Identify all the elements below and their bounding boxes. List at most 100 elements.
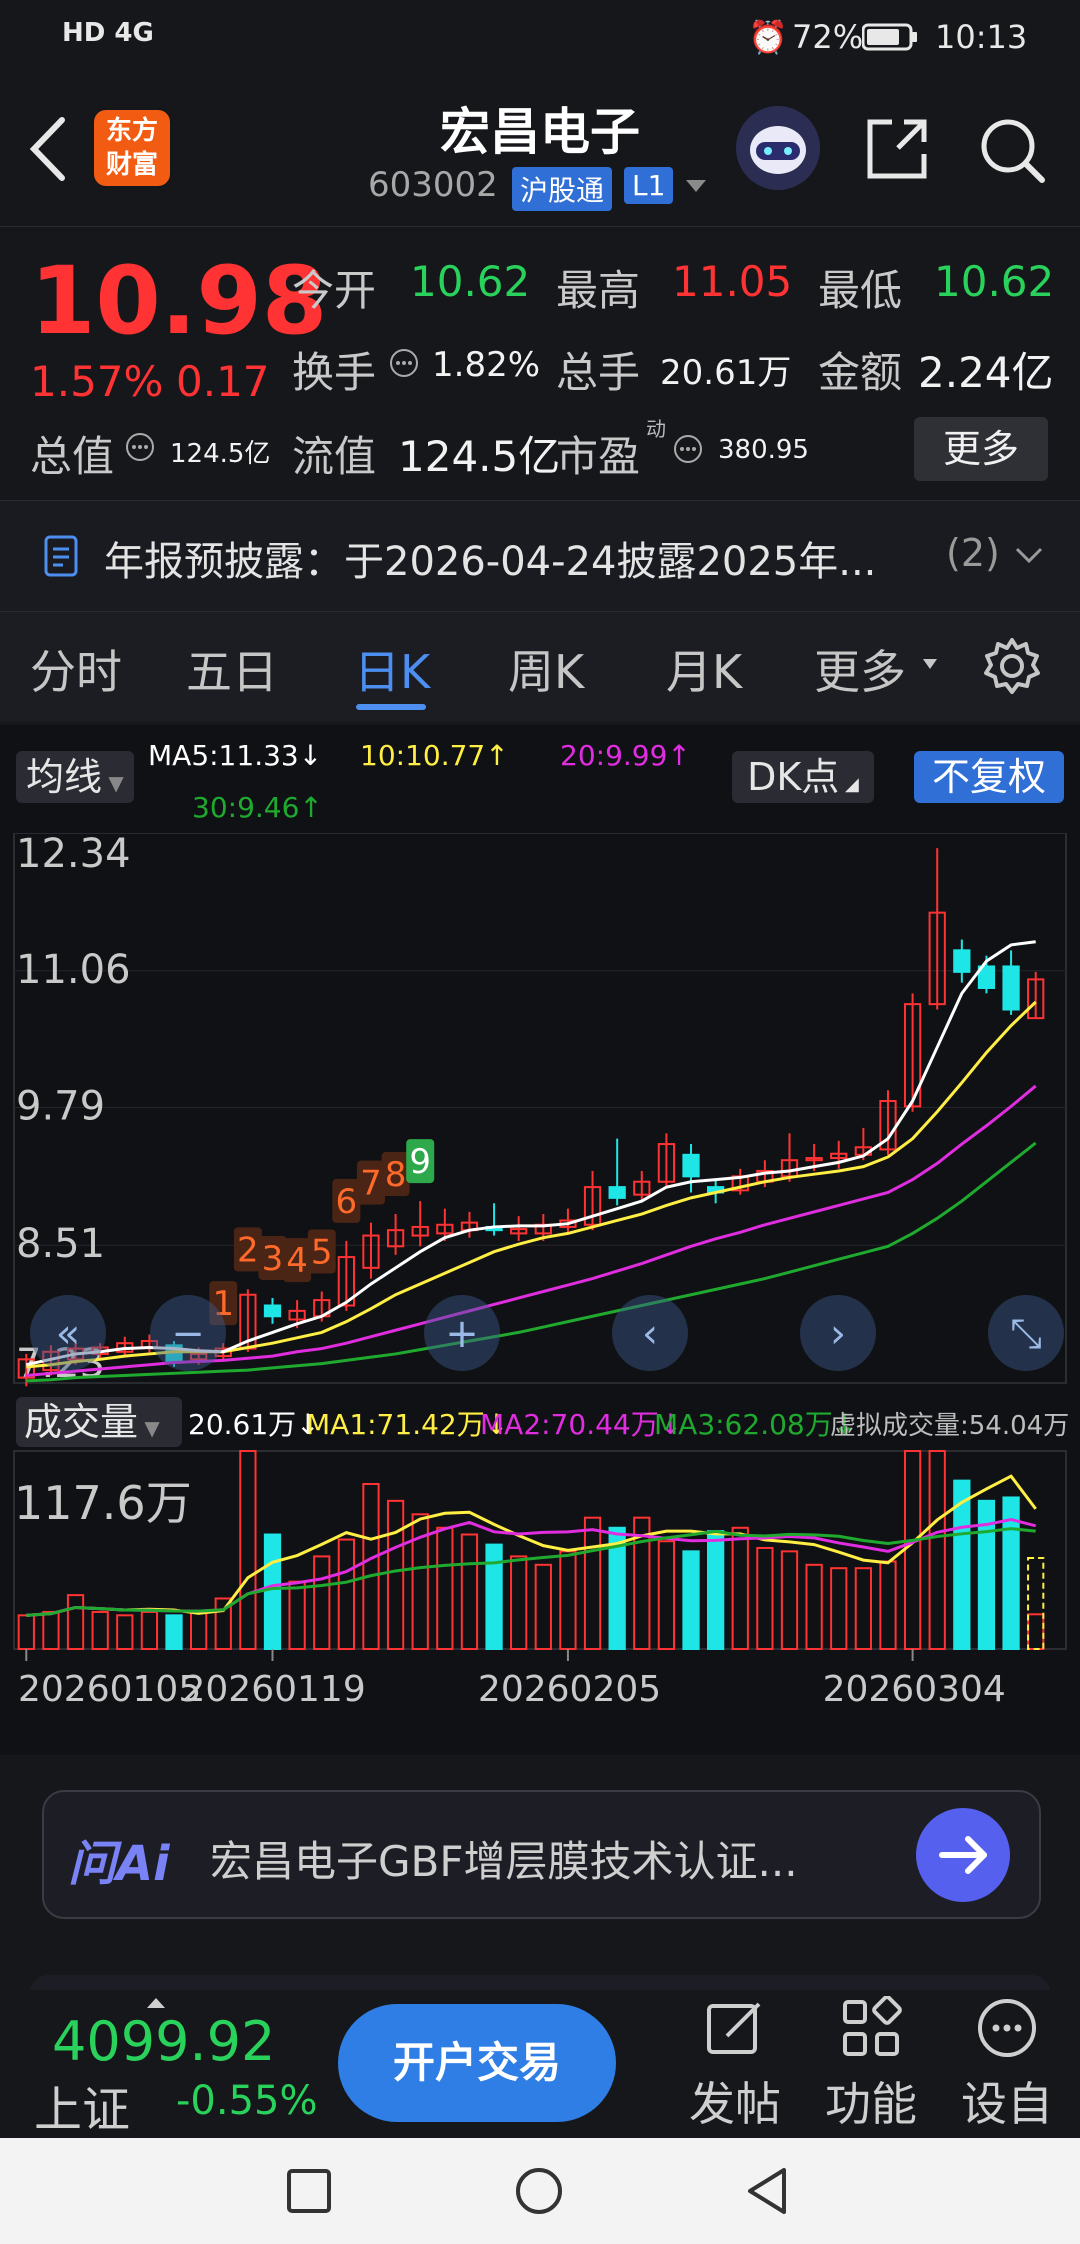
arrow-right-icon[interactable]	[916, 1808, 1010, 1902]
info-dots-icon[interactable]	[388, 347, 420, 383]
candle	[682, 1153, 700, 1178]
home-icon[interactable]	[514, 2166, 564, 2220]
volume-bar	[534, 1563, 552, 1651]
candlestick-chart[interactable]: 12.3411.069.798.517.23123456789«−+‹›⤡202…	[0, 833, 1080, 1755]
mcap-value: 124.5亿	[170, 439, 271, 469]
edit-icon	[707, 2002, 761, 2054]
volume-bar	[805, 1563, 823, 1651]
x-tick-label: 20260105	[18, 1669, 201, 1710]
volume-bar	[263, 1533, 282, 1650]
ma30-label: 30:9.46↑	[192, 791, 323, 824]
volume-ma3: MA3:62.08万↓	[654, 1408, 857, 1441]
pe-dynamic-mark: 动	[646, 417, 666, 441]
volume-ma1: MA1:71.42万↓	[306, 1408, 509, 1441]
active-tab-indicator	[356, 704, 426, 710]
signal-number: 7	[360, 1164, 382, 1204]
y-tick-label: 12.34	[16, 833, 131, 877]
pe-value: 380.95	[718, 435, 809, 465]
volume-value: 20.61万	[660, 353, 792, 393]
signal-number: 9	[409, 1142, 431, 1182]
volume-bar	[903, 1450, 922, 1650]
info-dots-icon[interactable]	[124, 431, 156, 467]
volume-bar	[42, 1610, 60, 1650]
period-tabs: 分时 五日 日K 周K 月K 更多	[0, 612, 1080, 722]
x-tick-label: 20260205	[478, 1669, 661, 1710]
battery-icon	[861, 22, 918, 60]
adjust-button[interactable]: 不复权	[914, 751, 1064, 803]
volume-bar	[337, 1538, 355, 1650]
volume-selector[interactable]: 成交量 ▼	[16, 1397, 182, 1447]
volume-max-label: 117.6万	[14, 1476, 192, 1530]
volume-bar	[436, 1526, 454, 1650]
chart-nav-icon: ‹	[642, 1311, 658, 1357]
volume-bar	[91, 1610, 109, 1650]
volume-bar	[731, 1526, 749, 1650]
volume-bar	[165, 1614, 183, 1651]
ai-prompt-text: 宏昌电子GBF增层膜技术认证...	[210, 1837, 798, 1886]
y-tick-label: 8.51	[16, 1221, 105, 1267]
pe-label: 市盈	[556, 432, 641, 481]
virtual-volume: 虚拟成交量:54.04万	[830, 1411, 1070, 1441]
turnover-label: 换手	[292, 348, 377, 397]
notice-bar[interactable]: 年报预披露：于2026-04-24披露2025年... (2)	[0, 500, 1080, 612]
volume-bar	[116, 1614, 134, 1651]
volume-label: 总手	[556, 348, 641, 397]
volume-bar	[190, 1610, 208, 1650]
network-indicator: HD 4G	[62, 18, 154, 48]
index-value[interactable]: 4099.92	[52, 2010, 275, 2073]
tab-weekly-k[interactable]: 周K	[508, 636, 584, 702]
dk-point-button[interactable]: DK点 ◢	[732, 751, 874, 803]
volume-current: 20.61万↓	[188, 1408, 320, 1441]
current-price: 10.98	[30, 247, 328, 356]
recent-apps-icon[interactable]	[286, 2168, 332, 2218]
more-dots-icon	[978, 1999, 1036, 2057]
chart-nav-icon: «	[56, 1311, 80, 1357]
chevron-down-icon[interactable]	[684, 178, 708, 198]
tab-five-day[interactable]: 五日	[186, 636, 278, 702]
amount-value: 2.24亿	[918, 348, 1054, 397]
ma-selector[interactable]: 均线 ▼	[16, 751, 134, 803]
corner-triangle-icon: ◢	[839, 774, 859, 795]
volume-bar	[386, 1499, 405, 1650]
system-nav-bar	[0, 2138, 1080, 2244]
post-button[interactable]: 发帖	[680, 1996, 790, 2134]
tab-more[interactable]: 更多	[814, 636, 906, 702]
bottom-toolbar: 4099.92 上证 -0.55% 开户交易 发帖 功能 设自	[0, 1990, 1080, 2138]
more-button[interactable]: 更多	[914, 417, 1048, 481]
caret-down-icon: ▼	[138, 1416, 160, 1440]
volume-bar	[780, 1550, 799, 1650]
tab-intraday[interactable]: 分时	[30, 636, 122, 702]
tab-daily-k[interactable]: 日K	[354, 636, 430, 702]
signal-number: 4	[286, 1241, 308, 1281]
chart-nav-icon: −	[171, 1311, 205, 1357]
candle	[608, 1186, 626, 1199]
settings-button[interactable]: 设自	[952, 1996, 1062, 2134]
open-value: 10.62	[410, 257, 531, 306]
level-tag: L1	[624, 167, 674, 204]
volume-bar	[657, 1540, 676, 1650]
chevron-down-icon	[1014, 545, 1044, 569]
volume-bar	[140, 1610, 159, 1650]
signal-number: 6	[336, 1182, 358, 1222]
change-amount: 0.17	[176, 357, 270, 406]
candle	[263, 1304, 282, 1318]
volume-bar	[928, 1450, 946, 1650]
function-button[interactable]: 功能	[816, 1995, 926, 2134]
low-label: 最低	[818, 266, 903, 315]
status-bar: HD 4G ⏰ 72% 10:13	[0, 0, 1080, 76]
info-dots-icon[interactable]	[672, 433, 704, 469]
candle	[953, 949, 971, 973]
ma5-label: MA5:11.33↓	[148, 739, 323, 772]
open-account-trade-button[interactable]: 开户交易	[338, 2004, 616, 2122]
gear-icon[interactable]	[980, 634, 1044, 702]
ai-question-bar[interactable]: 问Ai 宏昌电子GBF增层膜技术认证...	[42, 1790, 1041, 1919]
virtual-volume-bar	[1027, 1557, 1045, 1650]
back-nav-icon[interactable]	[744, 2166, 790, 2220]
tab-monthly-k[interactable]: 月K	[666, 636, 742, 702]
chart-nav-icon: ›	[830, 1311, 846, 1357]
grid-icon	[843, 1995, 902, 2056]
index-name: 上证	[34, 2082, 131, 2138]
high-value: 11.05	[672, 257, 793, 306]
caret-down-icon	[922, 656, 938, 675]
amount-label: 金额	[818, 348, 903, 397]
